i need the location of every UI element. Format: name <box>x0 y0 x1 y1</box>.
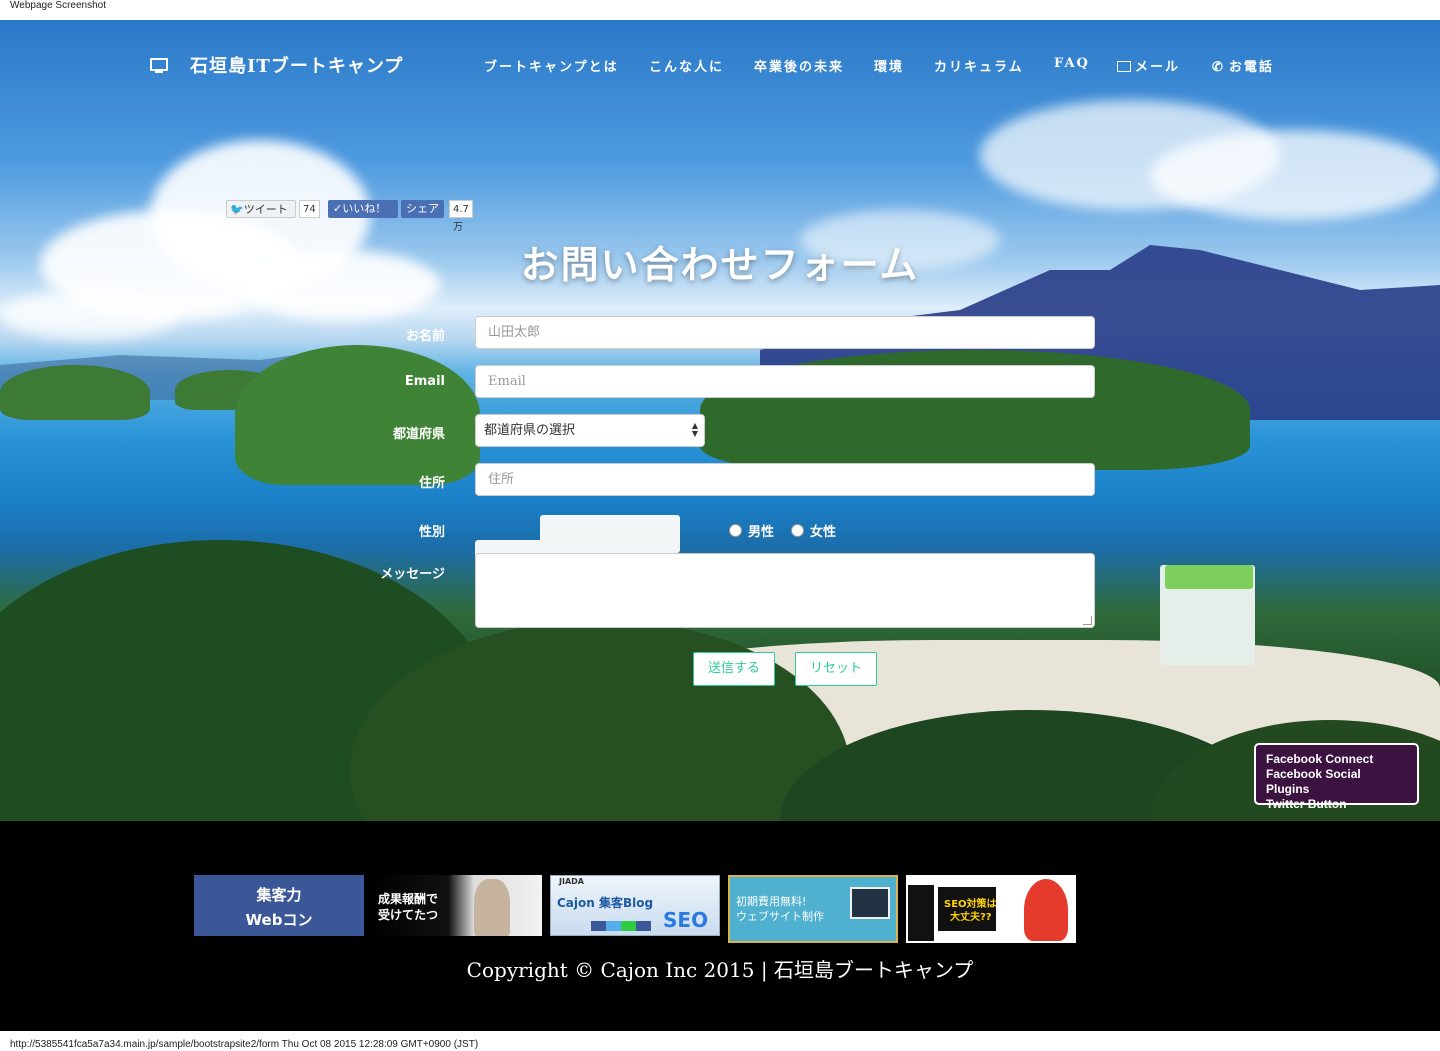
banner-seo-check[interactable]: SEO対策は 大丈夫?? <box>906 875 1076 943</box>
tweet-label: ツイート <box>243 203 288 216</box>
message-label: メッセージ <box>380 567 445 582</box>
select-arrows-icon: ▲ ▼ <box>691 421 698 438</box>
banner-text: 集客力 <box>256 886 302 904</box>
name-input[interactable]: 山田太郎 <box>475 316 1095 349</box>
nav-phone-label: お電話 <box>1228 60 1274 75</box>
person-photo <box>474 879 510 936</box>
nav-item-mail[interactable]: メール <box>1117 56 1180 75</box>
monitor-icon <box>150 58 168 73</box>
facebook-plugin-popup[interactable]: Facebook Connect Facebook Social Plugins… <box>1254 743 1419 811</box>
banner-seo: SEO <box>663 908 709 932</box>
email-input[interactable]: Email <box>475 365 1095 398</box>
like-button[interactable]: ✓いいね！ <box>328 200 398 218</box>
pc-tower-graphic <box>908 885 934 941</box>
caption-text: Webpage Screenshot <box>10 0 106 11</box>
banner-website[interactable]: 初期費用無料! ウェブサイト制作 <box>728 875 898 943</box>
banner-text: 初期費用無料! <box>736 895 807 908</box>
nav-item-curriculum[interactable]: カリキュラム <box>934 56 1024 75</box>
banner-webcon[interactable]: 集客力 Webコン <box>194 875 364 936</box>
woman-illustration <box>1024 879 1068 941</box>
site-brand[interactable]: 石垣島ITブートキャンプ <box>150 52 403 78</box>
form-title: お問い合わせフォーム <box>520 242 920 287</box>
twitter-bird-icon: 🐦 <box>230 203 244 216</box>
nav-item-about[interactable]: ブートキャンプとは <box>484 56 619 75</box>
banner-seika[interactable]: 成果報酬で 受けてたつ <box>372 875 542 936</box>
popup-item[interactable]: Facebook Connect <box>1266 752 1407 767</box>
island <box>0 365 150 420</box>
banner-text: ウェブサイト制作 <box>736 910 824 923</box>
gender-male-radio[interactable]: 男性 <box>729 521 774 540</box>
address-input[interactable]: 住所 <box>475 463 1095 496</box>
name-label: お名前 <box>405 329 445 344</box>
banner-blog[interactable]: JIADA Cajon 集客Blog SEO <box>550 875 720 936</box>
banner-text: 受けてたつ <box>378 908 439 922</box>
banner-text: Cajon 集客Blog <box>557 896 654 910</box>
copyright: Copyright © Cajon Inc 2015 | 石垣島ブートキャンプ <box>466 958 974 982</box>
popup-item[interactable]: Twitter Button <box>1266 797 1407 812</box>
prefecture-select[interactable]: 都道府県の選択 ▲ ▼ <box>475 414 705 447</box>
male-label: 男性 <box>748 525 775 540</box>
radio-circle <box>791 524 804 537</box>
share-count: 4.7万 <box>449 200 473 233</box>
prefecture-selected-value: 都道府県の選択 <box>484 423 576 438</box>
social-icons-row <box>591 921 651 931</box>
like-label: いいね！ <box>342 202 387 215</box>
nav-mail-label: メール <box>1135 60 1181 75</box>
screenshot-caption-bottom: http://5385541fca5a7a34.main.jp/sample/b… <box>0 1031 1440 1051</box>
boat-roof <box>1165 565 1253 589</box>
banner-text: 成果報酬で <box>378 892 439 906</box>
submit-button[interactable]: 送信する <box>693 652 775 686</box>
gender-label: 性別 <box>418 525 445 540</box>
check-icon: ✓ <box>333 202 343 215</box>
screenshot-caption-top: Webpage Screenshot <box>0 0 1440 20</box>
banner-small-text: JIADA <box>559 877 584 886</box>
hero-background <box>0 20 1440 821</box>
email-label: Email <box>404 374 445 389</box>
nav-item-phone[interactable]: ✆ お電話 <box>1212 56 1274 75</box>
tweet-button[interactable]: 🐦ツイート <box>226 200 296 218</box>
envelope-icon <box>1117 61 1131 72</box>
share-button[interactable]: シェア <box>401 200 444 218</box>
banner-text: 大丈夫?? <box>950 912 992 923</box>
nav-item-environment[interactable]: 環境 <box>874 56 904 75</box>
nav-item-for-whom[interactable]: こんな人に <box>649 56 724 75</box>
monitor-graphic <box>850 887 890 919</box>
nav-item-future[interactable]: 卒業後の未来 <box>754 56 844 75</box>
brand-title: 石垣島ITブートキャンプ <box>190 56 404 77</box>
female-label: 女性 <box>810 525 837 540</box>
banner-text: Webコン <box>245 911 313 929</box>
island <box>235 345 480 485</box>
message-textarea[interactable] <box>475 553 1095 628</box>
address-label: 住所 <box>418 476 445 491</box>
radio-circle <box>729 524 742 537</box>
nav-item-faq[interactable]: FAQ <box>1054 56 1090 71</box>
popup-item[interactable]: Facebook Social Plugins <box>1266 767 1407 797</box>
phone-icon: ✆ <box>1212 60 1225 75</box>
reset-button[interactable]: リセット <box>795 652 877 686</box>
gender-female-radio[interactable]: 女性 <box>791 521 836 540</box>
prefecture-label: 都道府県 <box>392 427 445 442</box>
resize-grip-icon[interactable] <box>1083 616 1092 625</box>
caption-url: http://5385541fca5a7a34.main.jp/sample/b… <box>10 1039 479 1050</box>
tweet-count: 74 <box>299 200 320 218</box>
